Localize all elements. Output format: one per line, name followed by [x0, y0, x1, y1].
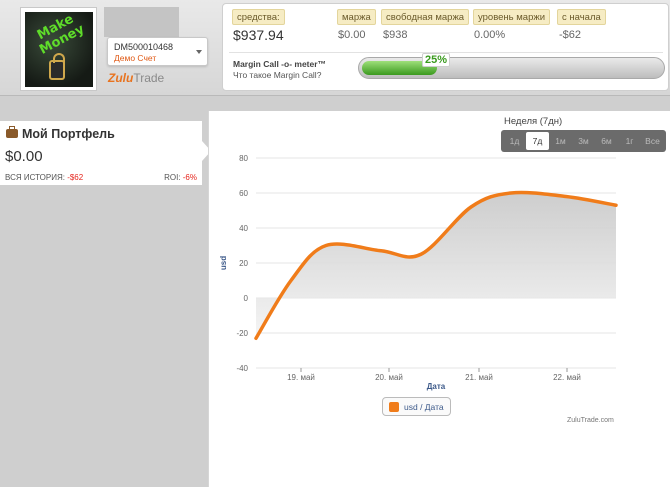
chart-legend[interactable]: usd / Дата	[382, 397, 451, 416]
margin-call-percent: 25%	[422, 53, 450, 67]
since-start-value: -$62	[559, 29, 582, 41]
brand-logo: ZuluTrade	[108, 71, 164, 85]
account-type: Демо Счет	[114, 53, 157, 63]
history-label: ВСЯ ИСТОРИЯ:	[5, 173, 65, 182]
brand-logo-part-a: Zulu	[108, 71, 134, 85]
equity-value: $937.94	[233, 27, 284, 43]
y-tick-label: 80	[239, 154, 248, 163]
y-tick-label: -40	[236, 364, 248, 373]
free-margin-value: $938	[383, 29, 408, 41]
roi-value: -6%	[182, 173, 197, 182]
y-tick-label: 20	[239, 259, 248, 268]
history-summary: ВСЯ ИСТОРИЯ: -$62	[5, 173, 83, 182]
account-id: DM500010468	[114, 42, 174, 52]
brand-logo-part-b: Trade	[133, 71, 165, 85]
x-axis-title: Дата	[427, 382, 446, 391]
margin-call-help-link[interactable]: Что такое Margin Call?	[233, 70, 321, 80]
roi-label: ROI:	[164, 173, 181, 182]
y-tick-label: 0	[244, 294, 249, 303]
margin-level-value: 0.00%	[474, 29, 506, 41]
x-tick-label: 22. май	[553, 373, 581, 382]
portfolio-value: $0.00	[5, 148, 43, 165]
briefcase-icon	[6, 126, 18, 138]
user-name-placeholder	[104, 7, 179, 37]
account-stats-panel: средства: $937.94 маржа $0.00 свободная …	[222, 3, 669, 91]
legend-label: usd / Дата	[404, 401, 444, 412]
roi-summary: ROI: -6%	[164, 173, 197, 182]
y-tick-label: 60	[239, 189, 248, 198]
avatar[interactable]: Make Money	[25, 12, 93, 87]
equity-label: средства:	[232, 9, 285, 25]
avatar-frame: Make Money	[20, 7, 97, 91]
margin-call-meter	[358, 57, 665, 79]
portfolio-summary[interactable]: Мой Портфель $0.00 ВСЯ ИСТОРИЯ: -$62 ROI…	[0, 121, 211, 185]
since-start-label: с начала	[557, 9, 606, 25]
margin-call-title: Margin Call -o- meter™	[233, 59, 327, 69]
chevron-down-icon	[196, 50, 202, 54]
margin-level-label: уровень маржи	[473, 9, 551, 25]
portfolio-title: Мой Портфель	[22, 127, 115, 141]
account-header: Make Money DM500010468 Демо Счет ZuluTra…	[0, 0, 670, 96]
x-tick-label: 19. май	[287, 373, 315, 382]
history-value: -$62	[67, 173, 84, 182]
y-axis-title: usd	[219, 256, 228, 270]
x-tick-label: 20. май	[375, 373, 403, 382]
account-select[interactable]: DM500010468 Демо Счет	[107, 37, 208, 66]
free-margin-label: свободная маржа	[381, 9, 470, 25]
chart-credit[interactable]: ZuluTrade.com	[567, 417, 614, 424]
legend-swatch	[389, 401, 399, 412]
equity-chart: -40 -20 0 20 40 60 80 19. май 20. май 21. май 22. …	[219, 154, 618, 391]
y-tick-label: -20	[236, 329, 248, 338]
y-tick-label: 40	[239, 224, 248, 233]
margin-label: маржа	[337, 9, 376, 25]
lock-icon	[49, 53, 65, 80]
chart-panel: Неделя (7дн) 1д 7д 1м 3м 6м 1г Все -40 -20 0 20 40…	[208, 111, 670, 487]
series-area	[256, 192, 616, 339]
x-tick-label: 21. май	[465, 373, 493, 382]
margin-value: $0.00	[338, 29, 366, 41]
